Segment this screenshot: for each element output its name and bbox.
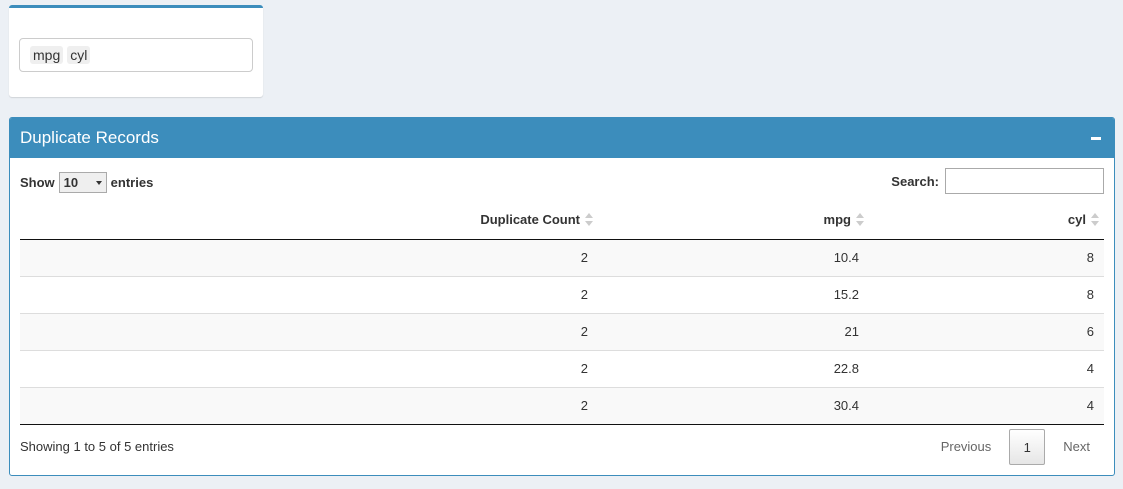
show-label: Show — [20, 175, 55, 190]
cell-index — [20, 386, 458, 425]
box-header: Duplicate Records — [10, 118, 1114, 158]
table-row: 2 21 6 — [20, 312, 1104, 350]
chevron-down-icon — [95, 180, 102, 185]
cell-duplicate-count: 2 — [458, 275, 598, 313]
previous-button[interactable]: Previous — [927, 429, 1006, 465]
column-header-index[interactable] — [20, 201, 458, 240]
table-info: Showing 1 to 5 of 5 entries — [20, 439, 174, 454]
page-1-button[interactable]: 1 — [1009, 429, 1046, 465]
length-control: Show 10 entries — [20, 172, 153, 193]
cell-duplicate-count: 2 — [458, 386, 598, 425]
table-row: 2 30.4 4 — [20, 386, 1104, 425]
column-header-label: cyl — [1067, 212, 1086, 228]
cell-mpg: 10.4 — [598, 239, 869, 276]
cell-duplicate-count: 2 — [458, 312, 598, 350]
cell-cyl: 4 — [869, 386, 1104, 425]
search-control: Search: — [891, 168, 1104, 194]
sort-icon — [1091, 213, 1099, 227]
cell-cyl: 4 — [869, 349, 1104, 387]
table-controls: Show 10 entries Search: — [20, 168, 1104, 194]
table-row: 2 22.8 4 — [20, 349, 1104, 387]
sort-icon — [585, 213, 593, 227]
cell-mpg: 22.8 — [598, 349, 869, 387]
page-length-select[interactable]: 10 — [58, 172, 107, 193]
cell-mpg: 21 — [598, 312, 869, 350]
cell-duplicate-count: 2 — [458, 349, 598, 387]
cell-index — [20, 312, 458, 350]
column-header-label: Duplicate Count — [480, 212, 580, 228]
search-input[interactable] — [945, 168, 1104, 194]
pagination: Previous 1 Next — [927, 429, 1104, 465]
cell-index — [20, 275, 458, 313]
variable-select-box: mpg cyl — [9, 5, 263, 97]
column-header-label: mpg — [823, 212, 851, 228]
selected-chip-mpg[interactable]: mpg — [30, 46, 64, 64]
collapse-icon[interactable] — [1089, 131, 1103, 145]
duplicate-records-box: Duplicate Records Show 10 entries Search… — [9, 117, 1115, 476]
duplicates-table: Duplicate Count mpg cyl 2 10.4 8 2 15.2 … — [20, 201, 1104, 425]
cell-mpg: 30.4 — [598, 386, 869, 425]
column-header-duplicate-count[interactable]: Duplicate Count — [458, 201, 598, 240]
cell-cyl: 8 — [869, 275, 1104, 313]
column-header-mpg[interactable]: mpg — [598, 201, 869, 240]
cell-index — [20, 349, 458, 387]
cell-cyl: 8 — [869, 239, 1104, 276]
table-header-row: Duplicate Count mpg cyl — [20, 201, 1104, 240]
table-row: 2 15.2 8 — [20, 275, 1104, 313]
search-label: Search: — [891, 173, 939, 189]
selected-chip-cyl[interactable]: cyl — [67, 46, 91, 64]
variable-multiselect[interactable]: mpg cyl — [19, 38, 253, 72]
page-length-value: 10 — [63, 175, 79, 190]
entries-label: entries — [110, 175, 154, 190]
next-button[interactable]: Next — [1049, 429, 1104, 465]
table-row: 2 10.4 8 — [20, 239, 1104, 276]
sort-icon — [856, 213, 864, 227]
cell-cyl: 6 — [869, 312, 1104, 350]
cell-duplicate-count: 2 — [458, 239, 598, 276]
box-title: Duplicate Records — [20, 128, 159, 147]
column-header-cyl[interactable]: cyl — [869, 201, 1104, 240]
cell-mpg: 15.2 — [598, 275, 869, 313]
cell-index — [20, 239, 458, 276]
